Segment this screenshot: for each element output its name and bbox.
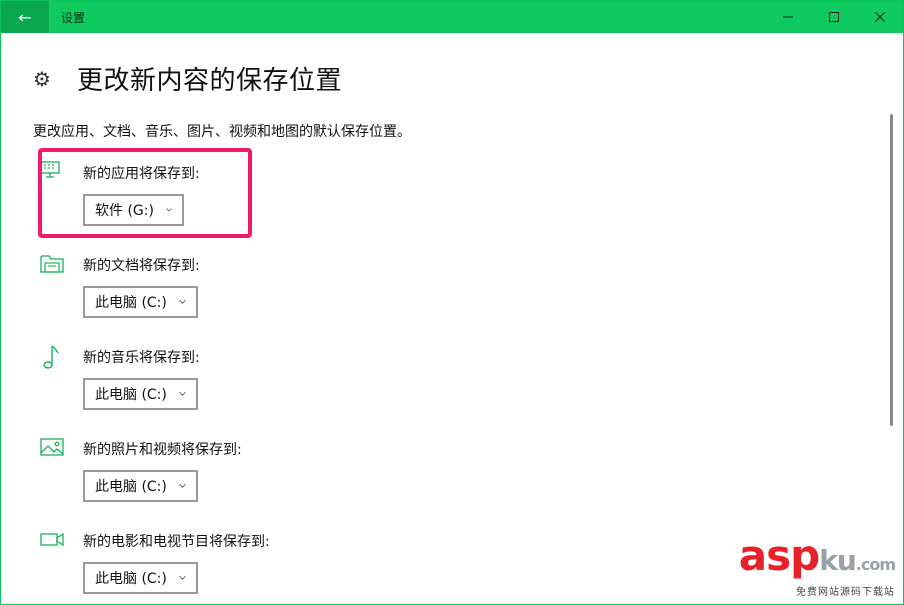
folder-icon <box>39 252 67 276</box>
chevron-down-icon <box>179 483 186 488</box>
photos-location-select[interactable]: 此电脑 (C:) <box>83 470 198 502</box>
select-value: 此电脑 (C:) <box>95 387 167 403</box>
page-title: 更改新内容的保存位置 <box>77 66 343 96</box>
title-bar: ← 设置 <box>1 1 903 33</box>
window-controls <box>765 1 903 33</box>
page-header: ⚙ 更改新内容的保存位置 <box>31 60 342 97</box>
minimize-button[interactable] <box>765 1 811 33</box>
watermark-brand: aspku.com <box>739 535 896 585</box>
watermark-sub: 免费网站源码下载站 <box>796 587 895 598</box>
documents-location-select[interactable]: 此电脑 (C:) <box>83 286 198 318</box>
setting-movies: 新的电影和电视节目将保存到: 此电脑 (C:) <box>39 528 439 598</box>
monitor-keyboard-icon <box>39 160 67 184</box>
chevron-down-icon <box>166 208 172 212</box>
setting-label: 新的电影和电视节目将保存到: <box>83 534 270 550</box>
select-value: 软件 (G:) <box>95 203 154 219</box>
watermark-brand-a: asp <box>738 531 820 580</box>
watermark-brand-c: .com <box>855 555 896 574</box>
setting-label: 新的文档将保存到: <box>83 258 200 274</box>
vertical-scrollbar[interactable] <box>890 114 893 426</box>
video-camera-icon <box>39 528 67 552</box>
select-value: 此电脑 (C:) <box>95 295 167 311</box>
setting-music: 新的音乐将保存到: 此电脑 (C:) <box>39 344 439 414</box>
minimize-icon <box>783 16 793 18</box>
watermark-brand-b: ku <box>819 544 857 577</box>
chevron-down-icon <box>179 299 186 304</box>
setting-documents: 新的文档将保存到: 此电脑 (C:) <box>39 252 439 322</box>
music-location-select[interactable]: 此电脑 (C:) <box>83 378 198 410</box>
select-value: 此电脑 (C:) <box>95 571 167 587</box>
setting-photos: 新的照片和视频将保存到: 此电脑 (C:) <box>39 436 439 506</box>
select-value: 此电脑 (C:) <box>95 479 167 495</box>
gear-icon: ⚙ <box>33 66 51 91</box>
watermark: aspku.com 免费网站源码下载站 <box>739 535 896 599</box>
close-icon <box>875 12 885 22</box>
movies-location-select[interactable]: 此电脑 (C:) <box>83 562 198 594</box>
music-note-icon <box>39 344 67 369</box>
close-button[interactable] <box>857 1 903 33</box>
settings-content: ⚙ 更改新内容的保存位置 更改应用、文档、音乐、图片、视频和地图的默认保存位置。 <box>9 34 895 600</box>
maximize-button[interactable] <box>811 1 857 33</box>
maximize-icon <box>829 12 839 22</box>
chevron-down-icon <box>179 575 186 580</box>
setting-label: 新的音乐将保存到: <box>83 350 200 366</box>
page-description: 更改应用、文档、音乐、图片、视频和地图的默认保存位置。 <box>33 124 411 140</box>
chevron-down-icon <box>179 391 186 396</box>
setting-label: 新的照片和视频将保存到: <box>83 442 242 458</box>
settings-window: ← 设置 ⚙ 更改新内容的保存位置 更改应用、文档、音乐、图片、视频和地图的默认… <box>0 0 904 605</box>
back-button[interactable]: ← <box>1 1 49 33</box>
setting-label: 新的应用将保存到: <box>83 166 200 182</box>
arrow-left-icon: ← <box>18 7 32 27</box>
apps-location-select[interactable]: 软件 (G:) <box>83 194 184 226</box>
picture-icon <box>39 436 67 460</box>
setting-apps: 新的应用将保存到: 软件 (G:) <box>39 160 439 230</box>
window-title: 设置 <box>61 10 86 25</box>
